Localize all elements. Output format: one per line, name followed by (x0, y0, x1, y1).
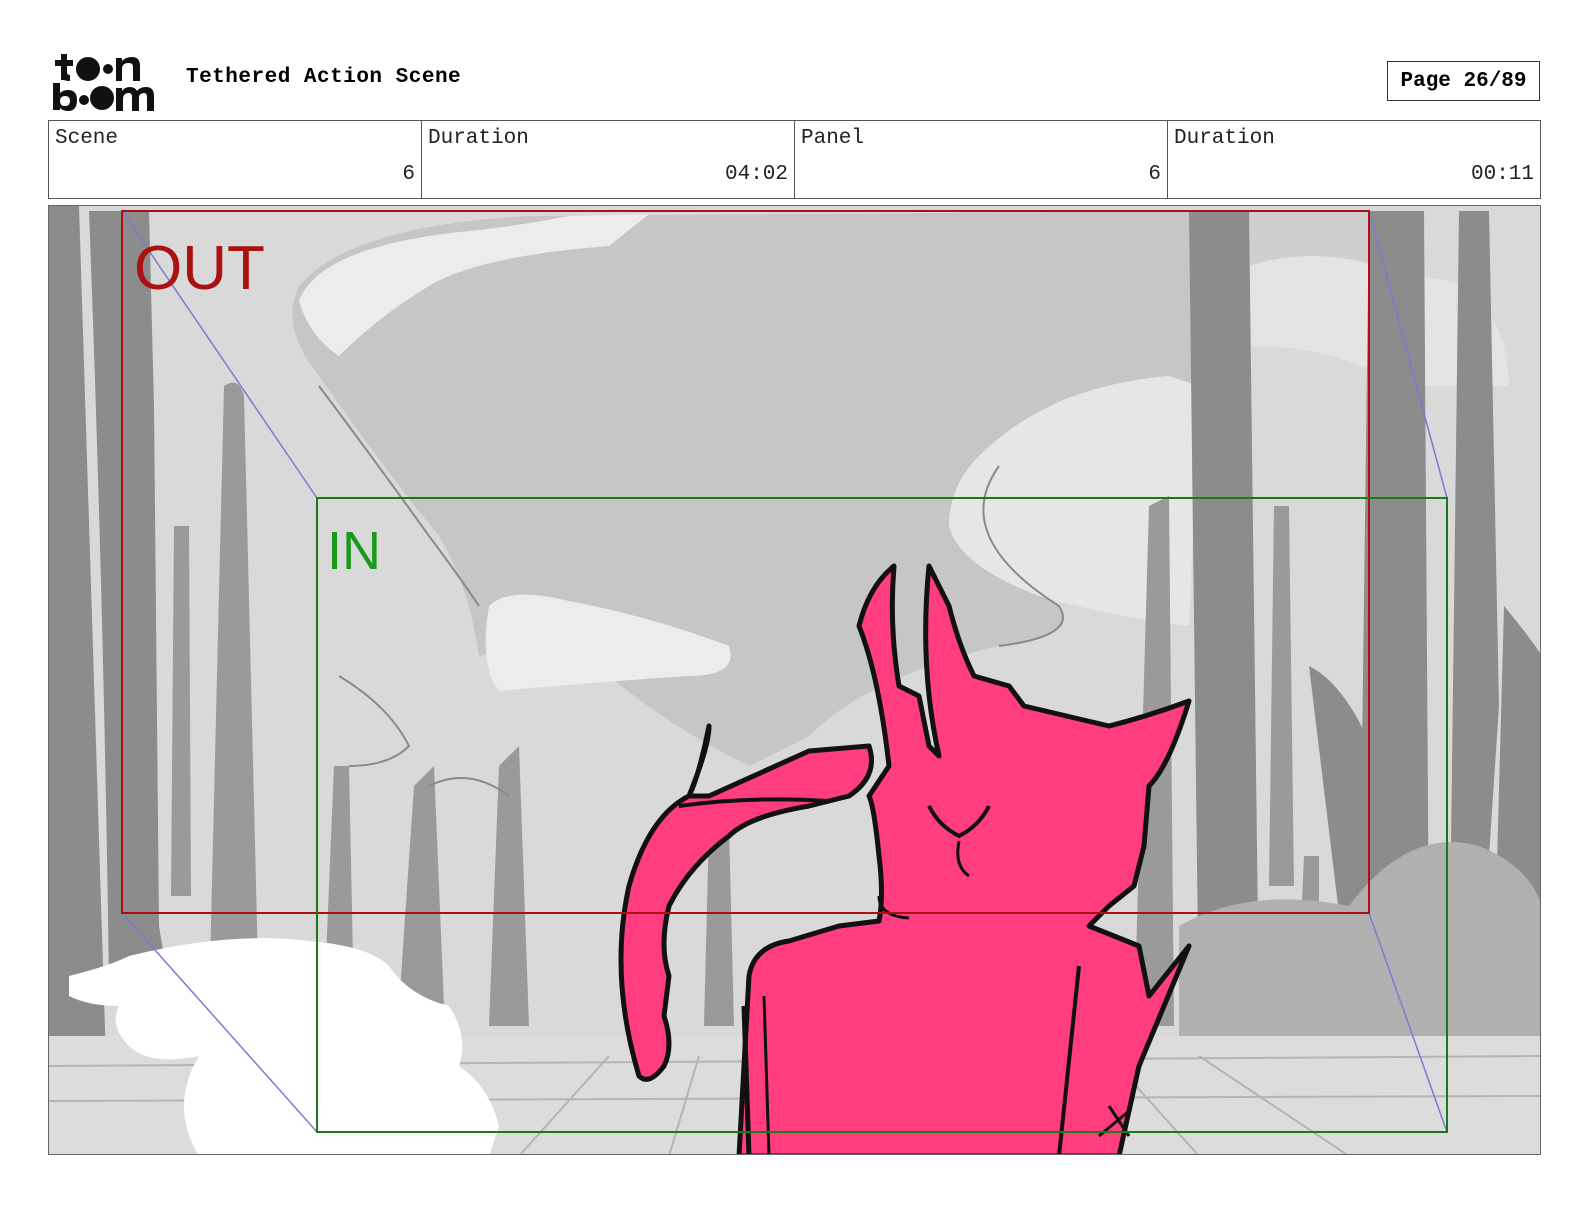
scene-cell: Scene 6 (49, 121, 422, 198)
panel-duration-cell: Duration 00:11 (1168, 121, 1540, 198)
scene-duration-value: 04:02 (724, 163, 788, 186)
out-frame-label: OUT (134, 234, 265, 303)
panel-label: Panel (801, 127, 865, 150)
scene-value: 6 (402, 163, 415, 186)
panel-duration-label: Duration (1174, 127, 1275, 150)
scene-title: Tethered Action Scene (186, 66, 462, 89)
storyboard-panel: OUT IN (48, 205, 1541, 1155)
scene-duration-cell: Duration 04:02 (422, 121, 795, 198)
panel-cell: Panel 6 (795, 121, 1168, 198)
panel-value: 6 (1148, 163, 1161, 186)
scene-info-table: Scene 6 Duration 04:02 Panel 6 Duration … (48, 120, 1541, 199)
panel-duration-value: 00:11 (1470, 163, 1534, 186)
in-frame-label: IN (327, 521, 381, 581)
scene-duration-label: Duration (428, 127, 529, 150)
toon-boom-logo (52, 50, 164, 112)
scene-label: Scene (55, 127, 119, 150)
storyboard-drawing: OUT IN (49, 206, 1540, 1154)
page-number: Page 26/89 (1387, 61, 1540, 101)
